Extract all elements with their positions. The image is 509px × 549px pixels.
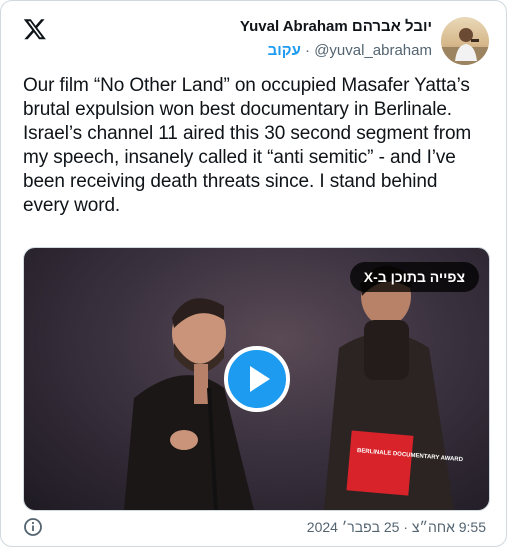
separator-dot: ·	[305, 42, 315, 59]
avatar[interactable]	[441, 17, 489, 65]
watch-on-x-button[interactable]: צפייה בתוכן ב-X	[349, 262, 479, 292]
play-icon	[250, 366, 270, 392]
video-player[interactable]: BERLINALE DOCUMENTARY AWARD צפייה בתוכן …	[23, 247, 490, 511]
avatar-photo	[441, 28, 489, 65]
author-display-name[interactable]: Yuval Abraham יובל אברהם	[240, 17, 432, 37]
play-button[interactable]	[224, 346, 290, 412]
tweet-timestamp[interactable]: 9:55 אחה״צ · 25 בפבר׳ 2024	[307, 519, 486, 535]
author-handle[interactable]: @yuval_abraham	[314, 42, 432, 59]
x-logo-icon[interactable]	[23, 17, 47, 41]
author-info: Yuval Abraham יובל אברהם עקוב · @yuval_a…	[240, 17, 432, 61]
follow-link[interactable]: עקוב	[268, 42, 301, 59]
info-icon[interactable]	[23, 517, 43, 537]
tweet-text: Our film “No Other Land” on occupied Mas…	[23, 75, 472, 216]
tweet-embed-card: Yuval Abraham יובל אברהם עקוב · @yuval_a…	[0, 0, 507, 547]
author-handle-row: עקוב · @yuval_abraham	[240, 41, 432, 61]
